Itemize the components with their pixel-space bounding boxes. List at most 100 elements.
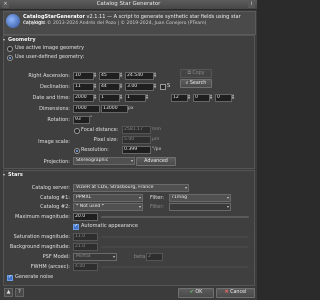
satmag-slider[interactable]	[101, 236, 249, 238]
catalog-server-select[interactable]: VizieR at CDS, Strasbourg, France ▾	[73, 184, 189, 192]
resolution-unit: "/px	[152, 147, 162, 152]
pixel-size-unit: µm	[152, 137, 160, 142]
maxmag-input[interactable]: 20.0	[73, 213, 98, 221]
time-hour-spin[interactable]: ▲ ▼	[187, 94, 191, 100]
dec-degrees-input[interactable]: 11	[73, 83, 94, 91]
ra-seconds-spin[interactable]: ▲ ▼	[153, 72, 157, 78]
window-title: Catalog Star Generator	[96, 1, 161, 7]
automatic-appearance-checkbox[interactable]	[73, 223, 79, 230]
pixel-size-input[interactable]: 5.00	[122, 136, 151, 144]
dec-south-label: S	[167, 83, 171, 89]
chevron-down-icon: ▾	[130, 158, 133, 163]
script-header: CatalogStarGenerator v2.1.11 — A script …	[3, 11, 256, 35]
catalog-server-label: Catalog server:	[31, 185, 70, 191]
fwhm-slider[interactable]	[101, 266, 249, 268]
resolution-radio[interactable]	[74, 148, 80, 154]
time-hour-input[interactable]: 12	[171, 94, 188, 102]
stars-section: ▾ Stars Catalog server: VizieR at CDS, S…	[3, 170, 255, 286]
beta-input[interactable]: 2	[146, 253, 163, 261]
time-second-input[interactable]: 0	[215, 94, 232, 102]
dec-south-checkbox[interactable]	[160, 84, 166, 90]
time-minute-input[interactable]: 0	[193, 94, 210, 102]
title-bar[interactable]: × Catalog Star Generator i	[0, 0, 257, 10]
dec-seconds-input[interactable]: 3.00	[125, 83, 154, 91]
cancel-button-label: Cancel	[230, 290, 247, 295]
generate-noise-checkbox[interactable]	[7, 274, 13, 281]
collapse-toggle-icon[interactable]: ▾	[3, 172, 6, 177]
copy-button[interactable]: ⧉ Copy	[180, 69, 212, 78]
date-year-spin[interactable]: ▲ ▼	[93, 94, 97, 100]
catalog1-select[interactable]: PPMXL ▾	[73, 194, 143, 202]
collapse-toggle-icon[interactable]: ▾	[3, 37, 6, 42]
info-icon[interactable]: i	[248, 1, 255, 8]
time-minute-spin[interactable]: ▲ ▼	[209, 94, 213, 100]
chevron-down-icon: ▾	[112, 254, 115, 259]
stars-title: Stars	[8, 172, 23, 178]
dec-degrees-spin[interactable]: ▲ ▼	[93, 83, 97, 89]
dec-label: Declination:	[40, 84, 70, 90]
ra-minutes-input[interactable]: 45	[99, 72, 120, 80]
copy-button-label: Copy	[192, 71, 205, 76]
ra-minutes-spin[interactable]: ▲ ▼	[119, 72, 123, 78]
date-month-spin[interactable]: ▲ ▼	[119, 94, 123, 100]
catalog2-select[interactable]: * Not used * ▾	[73, 203, 143, 211]
height-input[interactable]: 13000	[101, 105, 128, 113]
dec-seconds-spin[interactable]: ▲ ▼	[153, 83, 157, 89]
bgmag-slider[interactable]	[101, 246, 249, 248]
dec-minutes-input[interactable]: 44	[99, 83, 120, 91]
date-year-input[interactable]: 2000	[73, 94, 94, 102]
chevron-down-icon: ▾	[226, 204, 229, 209]
projection-value: Stereographic	[76, 158, 109, 163]
catalog2-label: Catalog #2:	[40, 204, 70, 210]
ra-hours-input[interactable]: 10	[73, 72, 94, 80]
search-button[interactable]: ⌕ Search	[180, 79, 212, 88]
satmag-input[interactable]: 11.0	[73, 233, 98, 241]
resolution-input[interactable]: 0.399	[122, 146, 151, 154]
bgmag-input[interactable]: 21.0	[73, 243, 98, 251]
ra-seconds-input[interactable]: 24.540	[125, 72, 154, 80]
chevron-down-icon: ▾	[226, 195, 229, 200]
automatic-appearance-label: Automatic appearance	[81, 223, 138, 229]
generate-noise-label: Generate noise	[15, 274, 54, 280]
fwhm-input[interactable]: 4.00	[73, 263, 98, 271]
advanced-button[interactable]: Advanced	[136, 157, 176, 166]
chevron-down-icon: ▾	[184, 185, 187, 190]
focal-distance-label: Focal distance:	[81, 127, 119, 133]
focal-distance-input[interactable]: 2581.17	[122, 126, 151, 134]
filter1-value: r1mag	[172, 195, 188, 200]
ok-button[interactable]: ✔ OK	[178, 288, 214, 298]
cancel-button[interactable]: ✖ Cancel	[216, 288, 255, 298]
focal-distance-unit: mm	[152, 127, 161, 132]
catalog2-value: * Not used *	[76, 204, 105, 209]
use-active-geometry-radio[interactable]	[7, 46, 13, 52]
time-second-spin[interactable]: ▲ ▼	[231, 94, 235, 100]
header-line-2: Copyright © 2013-2024 Andrés del Pozo | …	[23, 21, 207, 26]
use-user-geometry-radio[interactable]	[7, 55, 13, 61]
date-day-spin[interactable]: ▲ ▼	[145, 94, 149, 100]
image-scale-label: Image scale:	[38, 139, 70, 145]
date-month-input[interactable]: 1	[99, 94, 120, 102]
dec-minutes-spin[interactable]: ▲ ▼	[119, 83, 123, 89]
date-day-input[interactable]: 1	[125, 94, 146, 102]
use-user-geometry-label: Use user-defined geometry:	[15, 54, 85, 60]
use-active-geometry-label: Use active image geometry	[15, 45, 85, 51]
satmag-label: Saturation magnitude:	[13, 234, 70, 240]
catalog1-value: PPMXL	[76, 195, 92, 200]
focal-distance-radio[interactable]	[74, 128, 80, 134]
psf-label: PSF Model:	[42, 254, 70, 260]
beta-label: beta	[134, 254, 146, 260]
ok-button-label: OK	[195, 290, 203, 295]
dimensions-label: Dimensions:	[39, 106, 70, 112]
maxmag-slider[interactable]	[101, 216, 249, 218]
new-instance-icon[interactable]: ▲	[4, 288, 13, 297]
width-input[interactable]: 7000	[73, 105, 100, 113]
filter2-select[interactable]: ▾	[169, 203, 231, 211]
projection-label: Projection:	[43, 159, 70, 165]
help-icon[interactable]: ?	[15, 288, 24, 297]
ra-hours-spin[interactable]: ▲ ▼	[93, 72, 97, 78]
search-button-label: Search	[189, 81, 207, 86]
psf-select[interactable]: Moffat ▾	[73, 253, 117, 261]
projection-select[interactable]: Stereographic ▾	[73, 157, 135, 165]
rotation-input[interactable]: 93	[73, 116, 90, 124]
filter1-select[interactable]: r1mag ▾	[169, 194, 231, 202]
